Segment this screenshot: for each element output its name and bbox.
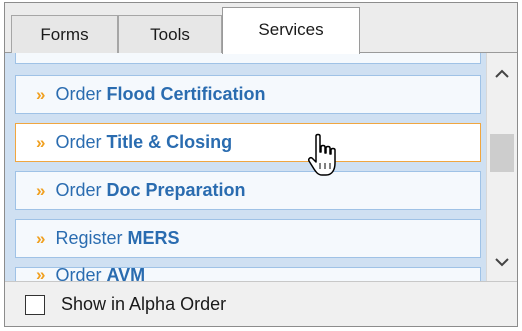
chevron-right-icon: » <box>36 84 46 104</box>
chevron-right-icon: » <box>36 228 46 248</box>
item-name: Flood Certification <box>106 84 266 104</box>
item-name: Title & Closing <box>106 132 233 152</box>
service-item-avm[interactable]: » Order AVM <box>15 265 481 281</box>
service-item-doc-preparation[interactable]: » Order Doc Preparation <box>15 171 481 210</box>
item-prefix: Register <box>55 228 123 248</box>
item-prefix: Order <box>55 265 102 281</box>
chevron-right-icon: » <box>36 265 46 281</box>
vertical-scrollbar[interactable] <box>486 53 517 281</box>
scroll-down-button[interactable] <box>487 247 517 277</box>
chevron-right-icon: » <box>36 132 46 152</box>
tab-bar: Forms Tools Services <box>5 3 517 54</box>
alpha-order-label[interactable]: Show in Alpha Order <box>61 294 226 315</box>
hand-pointer-icon <box>308 133 336 176</box>
item-name: AVM <box>106 265 146 281</box>
scrollbar-thumb[interactable] <box>490 134 514 172</box>
service-item-title-closing[interactable]: » Order Title & Closing <box>15 123 481 162</box>
chevron-down-icon <box>495 258 509 267</box>
item-prefix: Order <box>55 180 102 200</box>
tab-services[interactable]: Services <box>222 7 360 54</box>
footer-bar: Show in Alpha Order <box>5 281 517 326</box>
scroll-up-button[interactable] <box>487 59 517 89</box>
item-prefix: Order <box>55 84 102 104</box>
service-item-flood-certification[interactable]: » Order Flood Certification <box>15 75 481 114</box>
services-list[interactable]: » Order Flood Certification » Order Titl… <box>5 53 486 281</box>
list-item[interactable] <box>15 53 481 64</box>
chevron-right-icon: » <box>36 180 46 200</box>
tab-tools[interactable]: Tools <box>118 15 222 53</box>
item-prefix: Order <box>55 132 102 152</box>
item-name: MERS <box>127 228 180 248</box>
alpha-order-checkbox[interactable] <box>25 295 45 315</box>
tab-forms[interactable]: Forms <box>11 15 118 53</box>
services-panel: Forms Tools Services » Order Flood Certi… <box>4 2 518 327</box>
chevron-up-icon <box>495 69 509 78</box>
item-name: Doc Preparation <box>106 180 246 200</box>
service-item-register-mers[interactable]: » Register MERS <box>15 219 481 258</box>
